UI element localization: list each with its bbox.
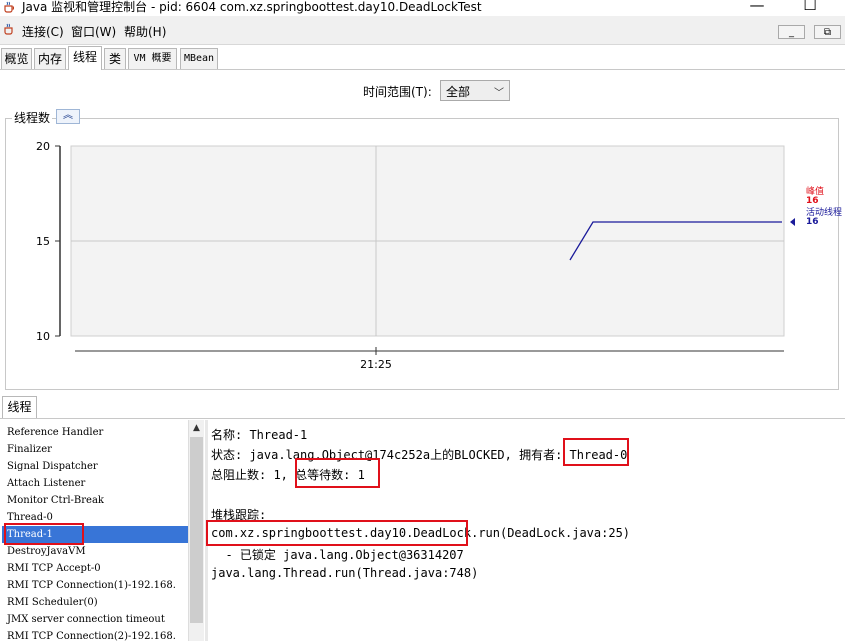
mdi-minimize-button[interactable]: _: [778, 25, 805, 39]
menu-bar: 连接(C) 窗口(W) 帮助(H): [0, 16, 845, 45]
time-range-label: 时间范围(T):: [363, 85, 432, 99]
title-bar: Java 监视和管理控制台 - pid: 6604 com.xz.springb…: [0, 0, 845, 14]
stack-locked: - 已锁定 java.lang.Object@36314207: [211, 548, 464, 562]
window-title: Java 监视和管理控制台 - pid: 6604 com.xz.springb…: [22, 0, 482, 14]
x-tick-label: 21:25: [360, 358, 392, 371]
java-cup-icon: [4, 23, 13, 35]
menu-connection[interactable]: 连接(C): [22, 23, 64, 40]
scroll-up-icon[interactable]: ▲: [189, 420, 204, 436]
thread-count-chart: 201510 21:25 峰值16活动线程16: [36, 140, 842, 371]
annotation-box-stack: [206, 520, 468, 546]
thread-name: 名称: Thread-1: [211, 428, 308, 442]
thread-list-item[interactable]: Reference Handler: [2, 424, 188, 441]
menu-window[interactable]: 窗口(W): [71, 23, 116, 40]
maximize-button[interactable]: ☐: [800, 0, 820, 14]
mdi-restore-button[interactable]: ⧉: [814, 25, 841, 39]
annotation-box-waited: [295, 458, 380, 488]
thread-list-item[interactable]: Signal Dispatcher: [2, 458, 188, 475]
chevron-down-icon: ﹀: [494, 88, 504, 99]
thread-list-item[interactable]: RMI TCP Accept-0: [2, 560, 188, 577]
legend-value: 16: [806, 196, 819, 206]
thread-list-item[interactable]: RMI Scheduler(0): [2, 594, 188, 611]
stack-frame-thread-run: java.lang.Thread.run(Thread.java:748): [211, 566, 479, 580]
annotation-box-owner: [563, 438, 629, 466]
thread-list-item[interactable]: DestroyJavaVM: [2, 543, 188, 560]
minimize-button[interactable]: —: [747, 0, 767, 14]
annotation-box-selected-thread: [4, 523, 84, 545]
thread-list-item[interactable]: JMX server connection timeout: [2, 611, 188, 628]
menu-help[interactable]: 帮助(H): [124, 23, 166, 40]
tab-vm-summary[interactable]: VM 概要: [128, 48, 177, 69]
time-range-value: 全部: [446, 85, 471, 99]
tab-bar: 概览 内存 线程 类 VM 概要 MBean: [0, 46, 845, 70]
y-tick-label: 20: [36, 140, 50, 153]
tab-memory[interactable]: 内存: [34, 48, 66, 69]
blocked-count: 总阻止数: 1,: [211, 468, 296, 482]
tab-classes[interactable]: 类: [104, 48, 126, 69]
scrollbar-thumb[interactable]: [190, 437, 203, 623]
stack-method: run(DeadLock.java:25): [478, 526, 631, 540]
thread-list-scrollbar[interactable]: ▲: [188, 420, 204, 641]
thread-list-item[interactable]: Finalizer: [2, 441, 188, 458]
y-tick-label: 15: [36, 235, 50, 248]
tab-threads-list[interactable]: 线程: [2, 396, 37, 418]
current-value-marker: [790, 218, 795, 226]
time-range-select[interactable]: 全部 ﹀: [440, 80, 510, 101]
thread-list-item[interactable]: RMI TCP Connection(1)-192.168.: [2, 577, 188, 594]
state-text: 状态: java.lang.Object@174c252a上的BLOCKED, …: [211, 448, 570, 462]
thread-list-item[interactable]: Attach Listener: [2, 475, 188, 492]
threads-tab-strip: [0, 396, 845, 419]
thread-list-item[interactable]: Monitor Ctrl-Break: [2, 492, 188, 509]
tab-overview[interactable]: 概览: [1, 48, 32, 69]
java-cup-icon: [4, 1, 14, 13]
thread-list-item[interactable]: RMI TCP Connection(2)-192.168.: [2, 628, 188, 641]
legend-value: 16: [806, 217, 819, 227]
y-tick-label: 10: [36, 330, 50, 343]
tab-mbean[interactable]: MBean: [180, 48, 218, 69]
tab-threads[interactable]: 线程: [68, 46, 102, 70]
